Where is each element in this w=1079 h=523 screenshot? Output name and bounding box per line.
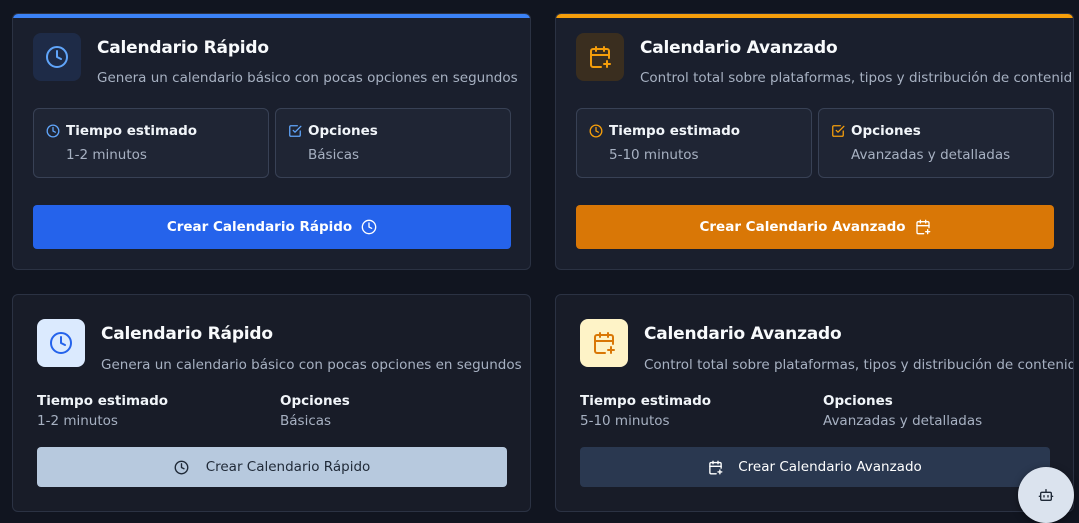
options-info-box: Opciones Básicas bbox=[275, 108, 511, 178]
time-value: 1-2 minutos bbox=[66, 147, 147, 163]
time-value: 5-10 minutos bbox=[580, 413, 670, 429]
assistant-fab-button[interactable] bbox=[1018, 467, 1074, 523]
advanced-icon-box bbox=[580, 319, 628, 367]
calendar-plus-icon bbox=[594, 332, 615, 354]
time-info-box: Tiempo estimado 5-10 minutos bbox=[576, 108, 812, 178]
options-value: Básicas bbox=[308, 147, 360, 163]
options-label: Opciones bbox=[851, 123, 921, 139]
card-title: Calendario Avanzado bbox=[644, 324, 842, 344]
button-label: Crear Calendario Avanzado bbox=[738, 459, 922, 475]
time-label: Tiempo estimado bbox=[66, 123, 198, 139]
card-description: Genera un calendario básico con pocas op… bbox=[97, 70, 518, 86]
clock-icon bbox=[50, 332, 72, 354]
card-title: Calendario Rápido bbox=[101, 324, 273, 344]
clock-icon bbox=[46, 124, 60, 138]
card-description: Genera un calendario básico con pocas op… bbox=[101, 357, 522, 373]
button-label: Crear Calendario Rápido bbox=[205, 459, 371, 475]
calendar-plus-icon bbox=[709, 460, 723, 474]
options-label: Opciones bbox=[823, 393, 893, 409]
time-info-box: Tiempo estimado 1-2 minutos bbox=[33, 108, 269, 178]
card-accent-bar bbox=[13, 14, 530, 18]
clock-icon bbox=[46, 46, 68, 68]
time-value: 5-10 minutos bbox=[609, 147, 699, 163]
advanced-icon-box bbox=[576, 33, 624, 81]
calendar-plus-icon bbox=[590, 46, 611, 68]
create-quick-calendar-button[interactable]: Crear Calendario Rápido bbox=[37, 447, 507, 487]
options-value: Avanzadas y detalladas bbox=[823, 413, 983, 429]
time-label: Tiempo estimado bbox=[37, 393, 169, 409]
card-description: Control total sobre plataformas, tipos y… bbox=[640, 70, 1074, 86]
card-description: Control total sobre plataformas, tipos y… bbox=[644, 357, 1074, 373]
advanced-calendar-card-alt: Calendario Avanzado Control total sobre … bbox=[555, 294, 1074, 512]
time-label: Tiempo estimado bbox=[580, 393, 712, 409]
create-advanced-calendar-button[interactable]: Crear Calendario Avanzado bbox=[580, 447, 1050, 487]
options-value: Avanzadas y detalladas bbox=[851, 147, 1011, 163]
options-label: Opciones bbox=[308, 123, 378, 139]
quick-icon-box bbox=[37, 319, 85, 367]
options-label: Opciones bbox=[280, 393, 350, 409]
clock-icon bbox=[589, 124, 603, 138]
check-square-icon bbox=[832, 125, 845, 137]
options-value: Básicas bbox=[280, 413, 332, 429]
options-info-box: Opciones Avanzadas y detalladas bbox=[818, 108, 1054, 178]
button-label: Crear Calendario Avanzado bbox=[699, 219, 906, 235]
robot-icon bbox=[1038, 489, 1054, 501]
time-value: 1-2 minutos bbox=[37, 413, 118, 429]
button-label: Crear Calendario Rápido bbox=[166, 219, 353, 235]
time-label: Tiempo estimado bbox=[609, 123, 741, 139]
advanced-calendar-card: Calendario Avanzado Control total sobre … bbox=[555, 13, 1074, 270]
quick-calendar-card: Calendario Rápido Genera un calendario b… bbox=[12, 13, 531, 270]
card-title: Calendario Avanzado bbox=[640, 38, 838, 58]
calendar-plus-icon bbox=[915, 219, 930, 235]
quick-calendar-card-alt: Calendario Rápido Genera un calendario b… bbox=[12, 294, 531, 512]
card-accent-bar bbox=[556, 14, 1073, 18]
check-square-icon bbox=[289, 125, 302, 137]
card-title: Calendario Rápido bbox=[97, 38, 269, 58]
clock-icon bbox=[361, 219, 377, 235]
create-quick-calendar-button[interactable]: Crear Calendario Rápido bbox=[33, 205, 511, 249]
create-advanced-calendar-button[interactable]: Crear Calendario Avanzado bbox=[576, 205, 1054, 249]
quick-icon-box bbox=[33, 33, 81, 81]
clock-icon bbox=[174, 460, 189, 474]
